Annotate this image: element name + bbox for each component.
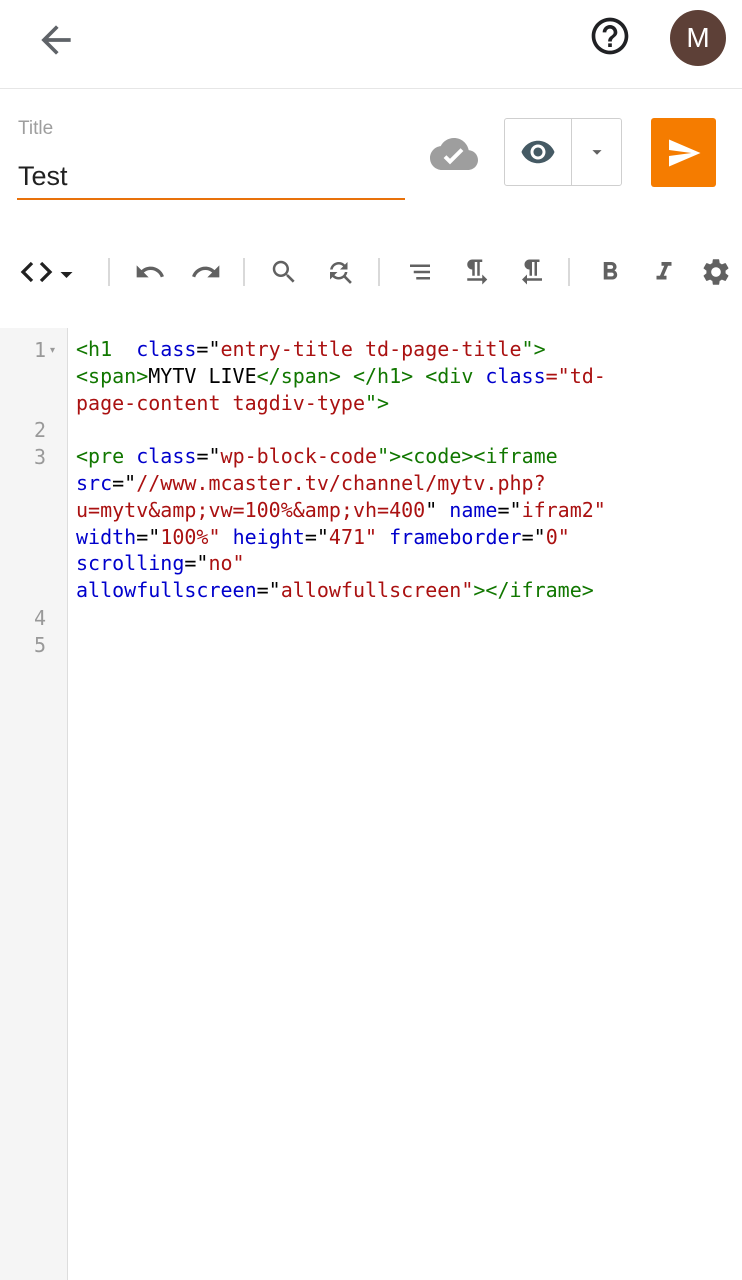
line-number: 2 xyxy=(33,418,46,442)
code-content[interactable]: <h1 class="entry-title td-page-title"> <… xyxy=(76,336,736,604)
toolbar-divider xyxy=(568,258,570,286)
format-button[interactable] xyxy=(398,248,442,296)
undo-icon xyxy=(136,265,164,278)
line-number: 1 xyxy=(33,338,46,362)
rtl-icon xyxy=(522,259,542,285)
settings-button[interactable] xyxy=(694,248,738,296)
ltr-icon xyxy=(467,259,488,285)
editor-toolbar xyxy=(0,248,742,296)
ltr-button[interactable] xyxy=(454,248,498,296)
find-replace-icon xyxy=(330,262,352,284)
line-number: 3 xyxy=(33,445,46,469)
code-line: u=mytv&amp;vw=100%&amp;vh=400" name="ifr… xyxy=(76,497,606,522)
toolbar-divider xyxy=(108,258,110,286)
publish-button[interactable] xyxy=(651,118,716,187)
code-view-toggle[interactable] xyxy=(18,248,82,296)
undo-button[interactable] xyxy=(128,248,172,296)
line-number: 5 xyxy=(33,633,46,657)
search-button[interactable] xyxy=(262,248,306,296)
code-editor[interactable]: 1 ▾ 2 3 4 5 <h1 class="entry-title td-pa… xyxy=(0,328,742,1280)
title-label: Title xyxy=(18,118,54,139)
caret-down-icon xyxy=(591,150,602,155)
line-number: 4 xyxy=(33,606,46,630)
settings-icon xyxy=(703,259,729,285)
rtl-button[interactable] xyxy=(510,248,554,296)
title-input[interactable] xyxy=(18,156,404,196)
line-number-gutter: 1 ▾ 2 3 4 5 xyxy=(0,328,68,1280)
title-underline xyxy=(17,198,405,200)
preview-dropdown-button[interactable] xyxy=(572,119,621,185)
code-line: width="100%" height="471" frameborder="0… xyxy=(76,524,570,549)
send-icon xyxy=(668,139,700,166)
toolbar-divider xyxy=(378,258,380,286)
code-line: <pre class="wp-block-code"><code><iframe xyxy=(76,444,558,469)
search-icon xyxy=(272,260,295,283)
account-avatar[interactable]: M xyxy=(670,10,726,66)
find-replace-button[interactable] xyxy=(318,248,362,296)
back-button[interactable] xyxy=(34,18,78,62)
preview-button[interactable] xyxy=(505,119,572,185)
fold-arrow-icon[interactable]: ▾ xyxy=(50,345,55,356)
help-circle-icon xyxy=(591,17,629,55)
redo-button[interactable] xyxy=(184,248,228,296)
code-line: page-content tagdiv-type"> xyxy=(76,390,390,415)
code-line: allowfullscreen="allowfullscreen"></ifra… xyxy=(76,578,594,603)
preview-button-group xyxy=(504,118,622,186)
italic-button[interactable] xyxy=(642,248,686,296)
help-button[interactable] xyxy=(588,14,632,58)
code-line: scrolling="no" xyxy=(76,551,245,576)
code-line: <span>MYTV LIVE</span> </h1> <div class=… xyxy=(76,363,606,388)
italic-icon xyxy=(656,262,672,280)
redo-icon xyxy=(192,265,220,278)
bold-button[interactable] xyxy=(588,248,632,296)
code-line: <h1 class="entry-title td-page-title"> xyxy=(76,337,546,361)
code-view-icon xyxy=(20,261,73,283)
toolbar-divider xyxy=(243,258,245,286)
arrow-back-icon xyxy=(41,25,71,55)
eye-icon xyxy=(521,140,555,164)
cloud-check-icon xyxy=(430,136,478,172)
bold-icon xyxy=(603,262,618,280)
format-icon xyxy=(410,264,430,280)
app-bar: M xyxy=(0,0,742,89)
code-line: src="//www.mcaster.tv/channel/mytv.php? xyxy=(76,470,546,495)
